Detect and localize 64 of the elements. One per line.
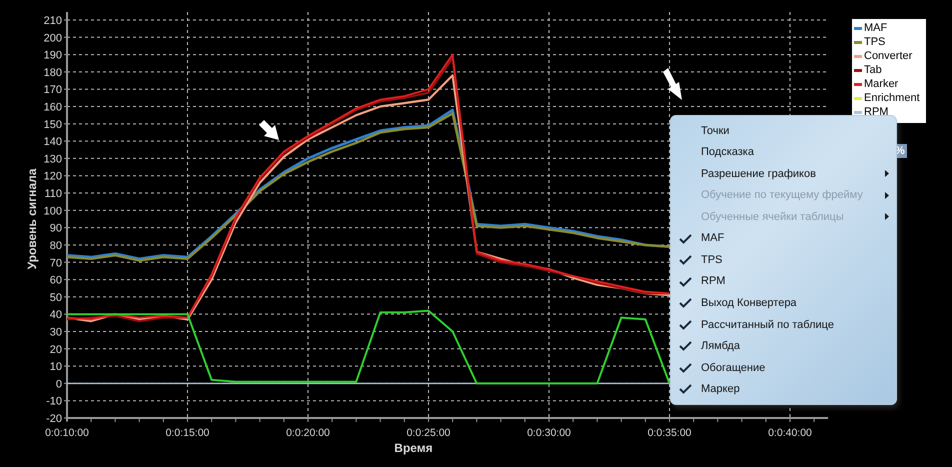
tick-label: 0:0:25:00 xyxy=(406,427,450,439)
tick-label: 160 xyxy=(44,102,62,114)
tick-label: 130 xyxy=(44,153,62,166)
tick-label: 120 xyxy=(44,170,62,183)
tick-label: 60 xyxy=(50,274,62,287)
tick-label: -10 xyxy=(46,396,62,408)
tick-label: 100 xyxy=(44,205,62,218)
axis-title: Уровень сигнала xyxy=(25,168,39,270)
legend-label: Enrichment xyxy=(864,92,920,104)
tick-label: 50 xyxy=(50,292,62,304)
tick-label: 180 xyxy=(44,66,62,79)
tick-label: 0 xyxy=(56,378,62,390)
check-icon xyxy=(679,362,692,373)
check-icon xyxy=(679,320,692,330)
tick-label: 30 xyxy=(50,326,62,338)
menu-item[interactable]: MAF xyxy=(671,228,896,250)
tick-label: 0:0:10:00 xyxy=(45,427,89,439)
tick-label: 80 xyxy=(50,240,62,252)
legend-label: Converter xyxy=(864,50,912,62)
tick-label: 210 xyxy=(44,15,62,27)
legend-label: Tab xyxy=(864,64,882,76)
menu-item[interactable]: Лямбда xyxy=(671,335,896,357)
axis-title: Время xyxy=(394,441,433,455)
tick-label: 110 xyxy=(44,188,62,200)
tick-label: 20 xyxy=(50,344,62,356)
menu-item[interactable]: TPS xyxy=(671,249,896,271)
check-icon xyxy=(679,276,692,287)
pointer-arrow xyxy=(259,120,279,140)
tick-label: 0:0:30:00 xyxy=(527,427,571,439)
submenu-arrow-icon xyxy=(885,213,889,220)
check-icon xyxy=(679,341,692,352)
tick-label: -20 xyxy=(46,413,62,425)
tick-label: 40 xyxy=(50,309,62,322)
check-icon xyxy=(679,255,692,266)
tick-label: 200 xyxy=(44,32,62,44)
menu-item[interactable]: Выход Конвертера xyxy=(671,292,896,314)
legend-label: TPS xyxy=(864,36,886,48)
menu-item[interactable]: Рассчитанный по таблице xyxy=(671,314,896,336)
tick-label: 190 xyxy=(44,50,62,62)
menu-item[interactable]: Разрешение графиков xyxy=(671,163,896,185)
menu-item[interactable]: Точки xyxy=(671,120,896,142)
tick-label: 10 xyxy=(50,361,62,374)
tick-label: 0:0:35:00 xyxy=(648,427,692,439)
pointer-arrow xyxy=(663,68,682,100)
legend-label: Marker xyxy=(864,78,898,90)
menu-item[interactable]: RPM xyxy=(671,270,896,292)
submenu-arrow-icon xyxy=(885,170,889,178)
submenu-arrow-icon xyxy=(885,192,889,199)
tick-label: 0:0:20:00 xyxy=(286,427,330,439)
check-icon xyxy=(679,384,692,394)
menu-item[interactable]: Обогащение xyxy=(671,356,896,378)
tick-label: 70 xyxy=(50,257,62,270)
tick-label: 140 xyxy=(44,136,62,148)
tick-label: 0:0:40:00 xyxy=(768,427,812,439)
check-icon xyxy=(679,298,692,308)
tick-label: 0:0:15:00 xyxy=(166,427,210,439)
tick-label: 170 xyxy=(44,84,62,96)
tick-label: 90 xyxy=(50,222,62,235)
menu-item[interactable]: Подсказка xyxy=(671,142,896,164)
tick-label: 150 xyxy=(44,118,62,131)
check-icon xyxy=(679,234,692,244)
menu-item[interactable]: Маркер xyxy=(671,378,896,400)
legend-label: MAF xyxy=(864,22,888,34)
legend-label: RPM xyxy=(864,106,888,118)
